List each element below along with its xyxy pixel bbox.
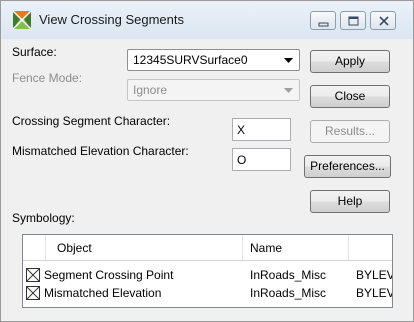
close-icon xyxy=(379,16,389,26)
crossing-segment-input[interactable]: X xyxy=(232,118,291,141)
close-button[interactable]: Close xyxy=(310,85,390,108)
list-item[interactable]: Segment Crossing Point InRoads_Misc BYLE… xyxy=(23,267,392,285)
list-header: Object Name xyxy=(23,235,392,261)
fence-mode-dropdown[interactable]: Ignore xyxy=(127,79,300,101)
column-header-object[interactable]: Object xyxy=(57,241,92,255)
extra-cell: BYLEV xyxy=(356,286,393,300)
preferences-button[interactable]: Preferences... xyxy=(304,155,391,178)
minimize-button[interactable] xyxy=(310,11,336,30)
object-cell: Segment Crossing Point xyxy=(44,268,174,282)
surface-label: Surface: xyxy=(12,45,57,59)
list-item[interactable]: Mismatched Elevation InRoads_Misc BYLEV xyxy=(23,285,392,303)
object-cell: Mismatched Elevation xyxy=(44,286,162,300)
column-header-name[interactable]: Name xyxy=(250,241,282,255)
name-cell: InRoads_Misc xyxy=(250,286,327,300)
symbology-list[interactable]: Object Name Segment Crossing Point InRoa… xyxy=(22,234,393,308)
chevron-down-icon xyxy=(284,88,293,93)
mismatched-elevation-value: O xyxy=(237,153,247,167)
maximize-button[interactable] xyxy=(340,11,366,30)
column-separator xyxy=(45,235,46,260)
checkbox-checked-icon[interactable] xyxy=(26,286,40,300)
extra-cell: BYLEV xyxy=(356,268,393,282)
minimize-icon xyxy=(318,22,329,27)
crossing-segment-value: X xyxy=(237,123,246,137)
title-bar[interactable]: View Crossing Segments xyxy=(1,1,413,39)
window-title: View Crossing Segments xyxy=(39,12,184,27)
column-separator xyxy=(348,235,349,260)
surface-dropdown[interactable]: 12345SURVSurface0 xyxy=(127,49,300,71)
name-cell: InRoads_Misc xyxy=(250,268,327,282)
chevron-down-icon xyxy=(284,58,293,63)
surface-value: 12345SURVSurface0 xyxy=(133,53,248,67)
app-icon xyxy=(12,10,32,30)
dialog-window: View Crossing Segments Surface: 12345SUR… xyxy=(0,0,414,322)
symbology-label: Symbology: xyxy=(12,211,75,225)
results-button[interactable]: Results... xyxy=(310,120,390,143)
crossing-segment-label: Crossing Segment Character: xyxy=(12,114,171,128)
mismatched-elevation-input[interactable]: O xyxy=(232,148,291,171)
fence-mode-value: Ignore xyxy=(133,83,168,97)
close-window-button[interactable] xyxy=(370,11,396,30)
help-button[interactable]: Help xyxy=(310,190,390,213)
checkbox-checked-icon[interactable] xyxy=(26,268,40,282)
mismatched-elevation-label: Mismatched Elevation Character: xyxy=(12,144,189,158)
apply-button[interactable]: Apply xyxy=(310,50,390,73)
maximize-icon xyxy=(348,16,359,26)
column-separator xyxy=(242,235,243,260)
fence-mode-label: Fence Mode: xyxy=(12,71,83,85)
